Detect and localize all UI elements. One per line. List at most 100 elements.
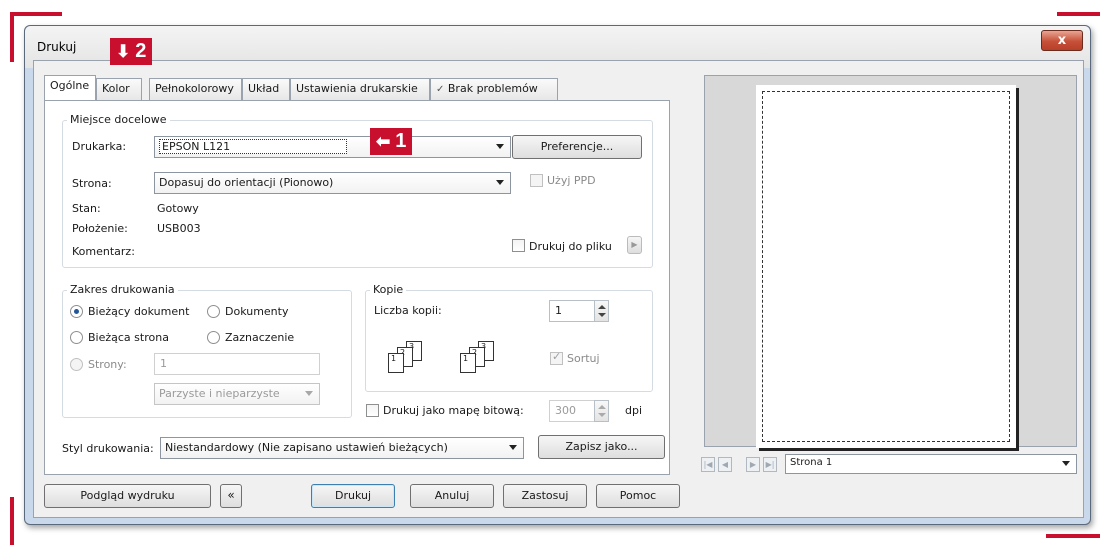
dpi-spinner[interactable]	[594, 400, 609, 422]
documents-radio[interactable]	[207, 305, 220, 318]
help-button[interactable]: Pomoc	[596, 484, 680, 508]
pages-input[interactable]: 1	[154, 353, 320, 375]
print-to-file-arrow-button[interactable]: ▶	[627, 236, 642, 254]
callout-printer: ⬅ 1	[370, 128, 413, 155]
arrow-down-icon: ⬇	[116, 42, 131, 61]
tab-label: Układ	[248, 82, 280, 95]
copies-group-title: Kopie	[370, 283, 407, 296]
first-page-button[interactable]: |◀	[701, 457, 715, 472]
chevron-down-icon	[496, 180, 504, 185]
current-page-radio[interactable]	[70, 331, 83, 344]
tab-label: Kolor	[102, 82, 130, 95]
tab-general[interactable]: Ogólne	[44, 75, 96, 101]
collate-page: 1	[388, 353, 404, 373]
save-as-button[interactable]: Zapisz jako...	[538, 435, 665, 459]
tab-no-problems[interactable]: ✓ Brak problemów	[430, 78, 558, 100]
tab-full-color[interactable]: Pełnokolorowy	[149, 78, 242, 100]
preferences-button[interactable]: Preferencje...	[512, 135, 642, 159]
dpi-input[interactable]: 300	[549, 400, 595, 422]
odd-even-value: Parzyste i nieparzyste	[159, 387, 280, 400]
chevron-down-icon	[496, 144, 504, 149]
location-label: Położenie:	[72, 222, 128, 235]
selection-label: Zaznaczenie	[225, 331, 295, 344]
double-chevron-left-icon: «	[227, 488, 235, 502]
comment-label: Komentarz:	[72, 245, 135, 258]
preview-margin-outline	[762, 91, 1010, 442]
chevron-down-icon	[509, 445, 517, 450]
pages-label: Strony:	[88, 358, 127, 371]
window-title: Drukuj	[37, 40, 77, 54]
last-page-icon: ▶|	[765, 460, 775, 469]
collapse-button[interactable]: «	[220, 484, 242, 508]
tab-label: Pełnokolorowy	[155, 82, 234, 95]
copies-spinner[interactable]	[594, 300, 609, 322]
current-document-radio[interactable]	[70, 305, 83, 318]
first-page-icon: |◀	[703, 460, 713, 469]
print-as-bitmap-label: Drukuj jako mapę bitową:	[383, 404, 524, 417]
corner-mark-bottom-right	[1046, 534, 1100, 538]
status-label: Stan:	[72, 202, 101, 215]
destination-group-title: Miejsce docelowe	[67, 113, 170, 126]
close-button[interactable]: x	[1041, 30, 1083, 51]
tab-color[interactable]: Kolor	[96, 78, 142, 100]
tab-label: Ogólne	[50, 79, 90, 92]
corner-mark-top-right	[1057, 12, 1100, 16]
callout-title-number: 2	[135, 40, 147, 62]
printer-select[interactable]: EPSON L121	[154, 136, 511, 158]
callout-printer-number: 1	[395, 130, 407, 152]
tab-label: Brak problemów	[447, 82, 538, 95]
tab-label: Ustawienia drukarskie	[296, 82, 418, 95]
print-to-file-label: Drukuj do pliku	[529, 240, 612, 253]
use-ppd-checkbox[interactable]	[530, 174, 543, 187]
current-page-label: Bieżąca strona	[88, 331, 169, 344]
print-style-label: Styl drukowania:	[62, 442, 154, 455]
cancel-button[interactable]: Anuluj	[410, 484, 494, 508]
page-label: Strona:	[72, 177, 112, 190]
dpi-unit-label: dpi	[625, 404, 643, 417]
selection-radio[interactable]	[207, 331, 220, 344]
tab-print-settings[interactable]: Ustawienia drukarskie	[290, 78, 430, 100]
print-range-group-title: Zakres drukowania	[67, 283, 178, 296]
prev-page-button[interactable]: ◀	[718, 457, 732, 472]
checkmark-icon: ✓	[436, 84, 445, 95]
odd-even-select[interactable]: Parzyste i nieparzyste	[154, 383, 320, 405]
print-button[interactable]: Drukuj	[311, 484, 395, 508]
next-page-button[interactable]: ▶	[746, 457, 760, 472]
preview-page-select[interactable]: Strona 1	[785, 454, 1077, 474]
page-value: Dopasuj do orientacji (Pionowo)	[159, 176, 334, 189]
printer-value: EPSON L121	[159, 139, 348, 154]
print-as-bitmap-checkbox[interactable]	[366, 404, 379, 417]
next-page-icon: ▶	[749, 460, 757, 469]
pages-radio[interactable]	[70, 358, 83, 371]
print-to-file-checkbox[interactable]	[512, 239, 525, 252]
documents-label: Dokumenty	[225, 305, 289, 318]
preview-page	[756, 85, 1016, 448]
play-icon: ▶	[631, 240, 638, 249]
preview-page-value: Strona 1	[790, 457, 833, 468]
collate-checkbox[interactable]	[550, 350, 563, 365]
copies-count-label: Liczba kopii:	[374, 304, 442, 317]
chevron-down-icon	[305, 391, 313, 396]
location-value: USB003	[157, 222, 201, 235]
status-value: Gotowy	[157, 202, 199, 215]
copies-count-input[interactable]: 1	[549, 300, 595, 322]
chevron-down-icon	[1062, 461, 1070, 466]
last-page-button[interactable]: ▶|	[763, 457, 777, 472]
corner-mark-top-left-vertical	[10, 12, 14, 62]
collate-label: Sortuj	[567, 352, 600, 365]
corner-mark-bottom-left	[10, 497, 14, 545]
page-select[interactable]: Dopasuj do orientacji (Pionowo)	[154, 172, 511, 194]
print-preview-button[interactable]: Podgląd wydruku	[44, 484, 211, 508]
current-document-label: Bieżący dokument	[88, 305, 190, 318]
tab-layout[interactable]: Układ	[242, 78, 290, 100]
prev-page-icon: ◀	[721, 460, 729, 469]
print-style-value: Niestandardowy (Nie zapisano ustawień bi…	[165, 441, 448, 454]
corner-mark-top-left	[10, 12, 62, 16]
apply-button[interactable]: Zastosuj	[503, 484, 587, 508]
print-style-select[interactable]: Niestandardowy (Nie zapisano ustawień bi…	[160, 437, 524, 459]
collate-page: 1	[460, 353, 476, 373]
callout-title: ⬇ 2	[110, 38, 153, 65]
arrow-left-icon: ⬅	[376, 132, 391, 151]
use-ppd-label: Użyj PPD	[547, 174, 596, 187]
printer-label: Drukarka:	[72, 140, 127, 153]
